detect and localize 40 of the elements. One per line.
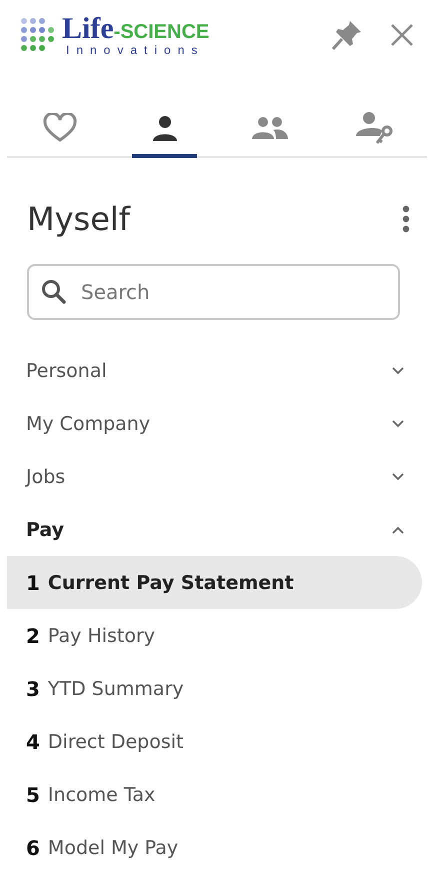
item-label: Pay History — [48, 624, 156, 646]
dots-icon — [20, 17, 56, 53]
section-label: Jobs — [26, 466, 66, 488]
item-label: Direct Deposit — [48, 730, 184, 752]
people-icon — [250, 116, 288, 140]
heart-icon — [42, 113, 76, 143]
more-icon — [402, 205, 410, 233]
section-header[interactable]: Jobs — [0, 450, 434, 503]
menu-item[interactable]: 1 Current Pay Statement — [7, 556, 422, 609]
logo-word: Life — [62, 14, 114, 44]
item-label: YTD Summary — [48, 678, 184, 700]
section-header[interactable]: Personal — [0, 344, 434, 397]
logo-word: -SCIENCE — [114, 22, 210, 42]
close-icon — [390, 23, 414, 47]
menu-item[interactable]: 4 Direct Deposit — [7, 715, 422, 768]
item-label: Current Pay Statement — [48, 572, 294, 594]
section-header[interactable]: My Company — [0, 397, 434, 450]
person-key-icon — [354, 111, 394, 145]
logo-subtitle: Innovations — [66, 44, 206, 56]
item-number: 3 — [26, 676, 40, 700]
item-number: 4 — [26, 730, 40, 754]
section-header[interactable]: Pay — [0, 503, 434, 556]
menu-item[interactable]: 2 Pay History — [7, 609, 422, 662]
page-title: Myself — [27, 200, 130, 238]
section-label: Pay — [26, 518, 64, 540]
item-number: 2 — [26, 624, 40, 648]
more-button[interactable] — [400, 203, 412, 235]
menu-item[interactable]: 5 Income Tax — [7, 768, 422, 821]
section-label: My Company — [26, 412, 150, 434]
item-label: Income Tax — [48, 784, 156, 806]
item-number: 1 — [26, 570, 40, 594]
pin-icon — [330, 18, 364, 52]
search-field[interactable]: Search — [27, 264, 400, 320]
menu-item[interactable]: 3 YTD Summary — [7, 662, 422, 715]
person-icon — [150, 114, 178, 142]
menu-item[interactable]: 6 Model My Pay — [7, 821, 422, 874]
item-number: 6 — [26, 836, 40, 860]
item-label: Model My Pay — [48, 836, 178, 858]
item-number: 5 — [26, 782, 40, 806]
section-label: Personal — [26, 360, 107, 382]
